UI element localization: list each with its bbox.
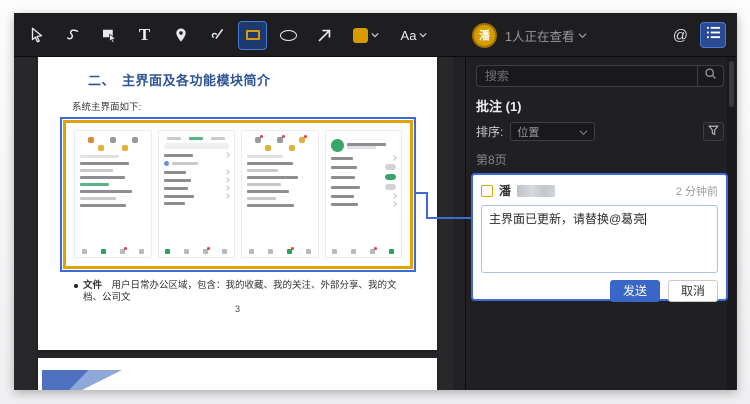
- pointer-tool-button[interactable]: [22, 21, 51, 50]
- comment-card[interactable]: 潘 2 分钟前 主界面已更新，请替换@葛亮 发送 取消: [471, 173, 728, 303]
- comment-text-input[interactable]: 主界面已更新，请替换@葛亮: [481, 205, 718, 273]
- marquee-select-icon: [100, 26, 118, 44]
- document-canvas: 二、 主界面及各功能模块简介 系统主界面如下: 文件 用户日常办公区域，包含：我…: [14, 57, 465, 390]
- rectangle-annotation[interactable]: [63, 120, 413, 269]
- text-cursor: [645, 213, 647, 225]
- screenshot-stage: T Aa 潘 1人正在查看 @ 二、 主界面及各功能模块简介 系统主界面如下: …: [0, 0, 750, 404]
- comment-search-box: [476, 65, 724, 87]
- color-swatch-icon: [353, 27, 368, 43]
- arrow-icon: [316, 27, 333, 44]
- cancel-button[interactable]: 取消: [667, 280, 718, 303]
- doc-intro-text: 系统主界面如下:: [72, 102, 142, 113]
- page-group-label: 第8页: [476, 153, 507, 167]
- app-screenshot-4: [324, 130, 402, 258]
- app-screenshot-3: [241, 130, 319, 258]
- pin-icon: [173, 26, 189, 44]
- doc-page-number: 3: [234, 304, 240, 314]
- rectangle-icon: [245, 30, 260, 40]
- app-screenshot-1: [74, 130, 152, 258]
- viewers-label[interactable]: 1人正在查看: [505, 26, 587, 45]
- filter-button[interactable]: [703, 122, 724, 141]
- comment-list-toggle-button[interactable]: [700, 22, 726, 48]
- text-tool-button[interactable]: T: [130, 21, 159, 50]
- color-picker-button[interactable]: [346, 21, 386, 50]
- doc-section-heading: 二、 主界面及各功能模块简介: [88, 73, 271, 88]
- search-icon: [704, 67, 717, 85]
- arrow-tool-button[interactable]: [310, 21, 339, 50]
- document-page-2: [38, 358, 437, 390]
- send-button[interactable]: 发送: [609, 280, 660, 303]
- filter-icon: [708, 123, 719, 141]
- comment-timestamp: 2 分钟前: [675, 185, 718, 198]
- font-style-button[interactable]: Aa: [393, 21, 435, 50]
- content-area: 二、 主界面及各功能模块简介 系统主界面如下: 文件 用户日常办公区域，包含：我…: [14, 57, 737, 390]
- pen-icon: [208, 26, 226, 44]
- document-page-1: 二、 主界面及各功能模块简介 系统主界面如下: 文件 用户日常办公区域，包含：我…: [38, 57, 437, 350]
- pin-tool-button[interactable]: [166, 21, 195, 50]
- app-screenshot-2: [157, 130, 235, 258]
- annotation-toolbar: T Aa 潘 1人正在查看 @: [14, 13, 737, 57]
- comment-draft-text: 主界面已更新，请替换@葛亮: [489, 212, 646, 226]
- toolbar-right-group: @: [673, 13, 726, 57]
- sidebar-scrollbar[interactable]: [727, 57, 736, 390]
- bullet-term: 文件: [83, 280, 103, 291]
- ellipse-tool-button[interactable]: [274, 21, 303, 50]
- marquee-select-tool-button[interactable]: [94, 21, 123, 50]
- bullet-body: 用户日常办公区域，包含：我的收藏、我的关注、外部分享、我的文档、公司文: [83, 280, 397, 304]
- pen-tool-button[interactable]: [202, 21, 231, 50]
- comments-sidebar: 批注 (1) 排序: 位置 第8页: [465, 57, 737, 390]
- tool-group: T Aa: [22, 13, 435, 57]
- search-input[interactable]: [477, 66, 697, 86]
- sort-label: 排序:: [476, 125, 504, 139]
- redacted-author-name: [517, 184, 556, 197]
- ellipse-icon: [280, 29, 297, 41]
- curve-tool-button[interactable]: [58, 21, 87, 50]
- pointer-icon: [28, 26, 46, 44]
- canvas-scrollbar[interactable]: [453, 57, 465, 390]
- resolve-checkbox[interactable]: [481, 184, 493, 197]
- chevron-down-icon: [419, 32, 428, 38]
- viewers-group[interactable]: 潘 1人正在查看: [472, 13, 587, 57]
- chevron-down-icon: [578, 28, 587, 42]
- search-button[interactable]: [697, 66, 723, 86]
- comment-actions: 发送 取消: [481, 280, 718, 303]
- comments-header: 批注 (1): [476, 99, 522, 114]
- doc-bullet-text: 文件 用户日常办公区域，包含：我的收藏、我的关注、外部分享、我的文档、公司文: [83, 280, 413, 305]
- annotation-connector-line: [426, 192, 428, 219]
- annotation-connector-line: [426, 217, 472, 219]
- at-mention-button[interactable]: @: [673, 27, 688, 44]
- comment-author: 潘: [499, 184, 512, 198]
- chevron-down-icon: [579, 123, 588, 141]
- font-style-label: Aa: [400, 27, 417, 43]
- sort-row: 排序: 位置: [476, 122, 724, 141]
- bullet-icon: [74, 284, 78, 288]
- comment-header: 潘 2 分钟前: [481, 182, 718, 199]
- sort-dropdown[interactable]: 位置: [510, 122, 596, 141]
- chevron-down-icon: [371, 32, 379, 38]
- decorative-shape: [42, 370, 122, 390]
- comment-list-icon: [706, 26, 721, 44]
- sort-value: 位置: [517, 126, 540, 139]
- rectangle-tool-button[interactable]: [238, 20, 267, 50]
- app-window: T Aa 潘 1人正在查看 @ 二、 主界面及各功能模块简介 系统主界面如下: …: [14, 13, 737, 390]
- curve-icon: [64, 26, 82, 44]
- text-tool-icon: T: [138, 25, 151, 44]
- avatar[interactable]: 潘: [472, 22, 497, 48]
